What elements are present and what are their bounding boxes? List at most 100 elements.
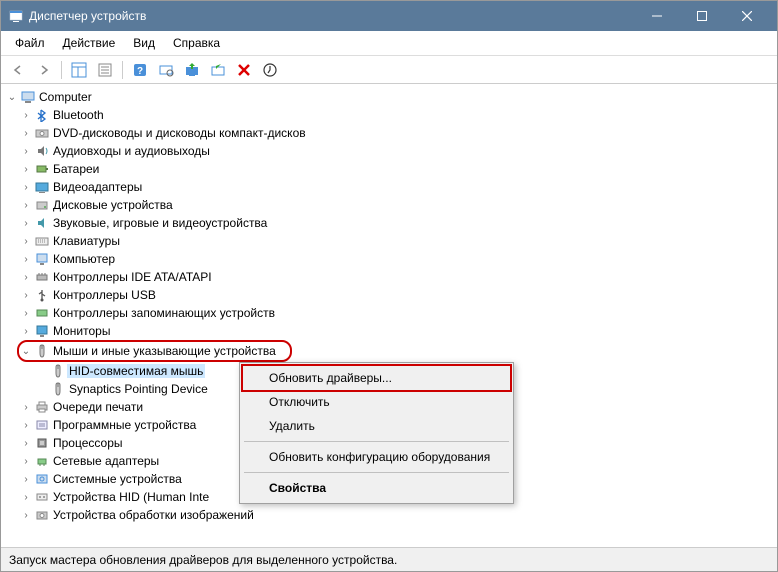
tree-label: Computer bbox=[37, 90, 94, 104]
menu-help[interactable]: Справка bbox=[165, 33, 228, 53]
expand-icon[interactable]: › bbox=[19, 110, 33, 121]
expand-icon[interactable]: › bbox=[19, 510, 33, 521]
toolbar: ? bbox=[1, 56, 777, 84]
detail-view-icon[interactable] bbox=[68, 59, 90, 81]
tree-item-keyboard[interactable]: › Клавиатуры bbox=[19, 232, 775, 250]
monitor-icon bbox=[33, 323, 51, 339]
storage-controller-icon bbox=[33, 305, 51, 321]
maximize-button[interactable] bbox=[679, 1, 724, 31]
tree-item-audio[interactable]: › Аудиовходы и аудиовыходы bbox=[19, 142, 775, 160]
expand-icon[interactable]: › bbox=[19, 438, 33, 449]
disable-icon[interactable] bbox=[233, 59, 255, 81]
tree-item-usb[interactable]: ›Контроллеры USB bbox=[19, 286, 775, 304]
separator bbox=[244, 441, 509, 442]
statusbar: Запуск мастера обновления драйверов для … bbox=[1, 547, 777, 571]
update-driver-icon[interactable] bbox=[181, 59, 203, 81]
menu-view[interactable]: Вид bbox=[125, 33, 163, 53]
tree-item-monitor[interactable]: ›Мониторы bbox=[19, 322, 775, 340]
menu-file[interactable]: Файл bbox=[7, 33, 53, 53]
window-title: Диспетчер устройств bbox=[29, 9, 634, 23]
expand-icon[interactable]: › bbox=[19, 474, 33, 485]
tree-label: Клавиатуры bbox=[51, 234, 122, 248]
tree-item-imaging[interactable]: › Устройства обработки изображений bbox=[19, 506, 775, 524]
tree-item-storage[interactable]: ›Контроллеры запоминающих устройств bbox=[19, 304, 775, 322]
tree-item-video[interactable]: › Видеоадаптеры bbox=[19, 178, 775, 196]
expand-icon[interactable]: › bbox=[19, 326, 33, 337]
enable-icon[interactable] bbox=[259, 59, 281, 81]
menu-label: Обновить конфигурацию оборудования bbox=[269, 450, 490, 464]
expand-icon[interactable]: › bbox=[19, 146, 33, 157]
tree-label: Системные устройства bbox=[51, 472, 184, 486]
tree-label: Компьютер bbox=[51, 252, 117, 266]
menu-action[interactable]: Действие bbox=[55, 33, 124, 53]
network-icon bbox=[33, 453, 51, 469]
mouse-icon bbox=[33, 343, 51, 359]
expand-icon[interactable]: › bbox=[19, 492, 33, 503]
computer-icon bbox=[19, 89, 37, 105]
minimize-button[interactable] bbox=[634, 1, 679, 31]
expand-icon[interactable]: › bbox=[19, 420, 33, 431]
expand-icon[interactable]: › bbox=[19, 218, 33, 229]
menu-label: Свойства bbox=[269, 481, 326, 495]
tree-label: Видеоадаптеры bbox=[51, 180, 144, 194]
tree-item-dvd[interactable]: ›DVD-дисководы и дисководы компакт-диско… bbox=[19, 124, 775, 142]
tree-label: Дисковые устройства bbox=[51, 198, 175, 212]
tree-root[interactable]: ⌄ Computer bbox=[3, 88, 775, 106]
svg-text:?: ? bbox=[137, 66, 143, 77]
expand-icon[interactable]: › bbox=[19, 182, 33, 193]
highlighted-category: ⌄ Мыши и иные указывающие устройства bbox=[17, 340, 292, 362]
expand-icon[interactable]: › bbox=[19, 200, 33, 211]
sound-icon bbox=[33, 215, 51, 231]
expand-icon[interactable]: › bbox=[19, 290, 33, 301]
uninstall-icon[interactable] bbox=[207, 59, 229, 81]
back-button[interactable] bbox=[7, 59, 29, 81]
scan-hardware-icon[interactable] bbox=[155, 59, 177, 81]
collapse-icon[interactable]: ⌄ bbox=[19, 346, 33, 357]
cpu-icon bbox=[33, 435, 51, 451]
forward-button[interactable] bbox=[33, 59, 55, 81]
expand-icon[interactable]: › bbox=[19, 128, 33, 139]
tree-item-mouse[interactable]: ⌄ Мыши и иные указывающие устройства bbox=[19, 342, 284, 360]
help-icon[interactable]: ? bbox=[129, 59, 151, 81]
expand-icon[interactable]: › bbox=[19, 164, 33, 175]
context-menu: Обновить драйверы... Отключить Удалить О… bbox=[239, 362, 514, 504]
audio-io-icon bbox=[33, 143, 51, 159]
ide-controller-icon bbox=[33, 269, 51, 285]
tree-item-sound[interactable]: ›Звуковые, игровые и видеоустройства bbox=[19, 214, 775, 232]
imaging-icon bbox=[33, 507, 51, 523]
disk-icon bbox=[33, 197, 51, 213]
tree-label: Устройства обработки изображений bbox=[51, 508, 256, 522]
expand-icon[interactable]: ⌄ bbox=[5, 92, 19, 103]
tree-label: Контроллеры IDE ATA/ATAPI bbox=[51, 270, 214, 284]
menu-disable[interactable]: Отключить bbox=[243, 390, 510, 414]
mouse-icon bbox=[49, 363, 67, 379]
tree-label: Устройства HID (Human Inte bbox=[51, 490, 211, 504]
usb-icon bbox=[33, 287, 51, 303]
menu-update-driver[interactable]: Обновить драйверы... bbox=[241, 364, 512, 392]
expand-icon[interactable]: › bbox=[19, 254, 33, 265]
tree-label: Мыши и иные указывающие устройства bbox=[51, 344, 278, 358]
expand-icon[interactable]: › bbox=[19, 456, 33, 467]
properties-icon[interactable] bbox=[94, 59, 116, 81]
expand-icon[interactable]: › bbox=[19, 272, 33, 283]
menu-label: Удалить bbox=[269, 419, 315, 433]
tree-item-battery[interactable]: › Батареи bbox=[19, 160, 775, 178]
app-icon bbox=[9, 9, 23, 23]
tree-item-disk[interactable]: › Дисковые устройства bbox=[19, 196, 775, 214]
menu-properties[interactable]: Свойства bbox=[243, 476, 510, 500]
tree-label: Батареи bbox=[51, 162, 101, 176]
expand-icon[interactable]: › bbox=[19, 402, 33, 413]
expand-icon[interactable]: › bbox=[19, 308, 33, 319]
disc-drive-icon bbox=[33, 125, 51, 141]
menu-delete[interactable]: Удалить bbox=[243, 414, 510, 438]
menu-refresh-config[interactable]: Обновить конфигурацию оборудования bbox=[243, 445, 510, 469]
tree-label: Очереди печати bbox=[51, 400, 145, 414]
tree-item-computer[interactable]: › Компьютер bbox=[19, 250, 775, 268]
expand-icon[interactable]: › bbox=[19, 236, 33, 247]
tree-label: Аудиовходы и аудиовыходы bbox=[51, 144, 212, 158]
close-button[interactable] bbox=[724, 1, 769, 31]
tree-item-ide[interactable]: › Контроллеры IDE ATA/ATAPI bbox=[19, 268, 775, 286]
system-device-icon bbox=[33, 471, 51, 487]
tree-item-bluetooth[interactable]: ›Bluetooth bbox=[19, 106, 775, 124]
device-tree[interactable]: ⌄ Computer ›Bluetooth ›DVD-дисководы и д… bbox=[1, 84, 777, 547]
